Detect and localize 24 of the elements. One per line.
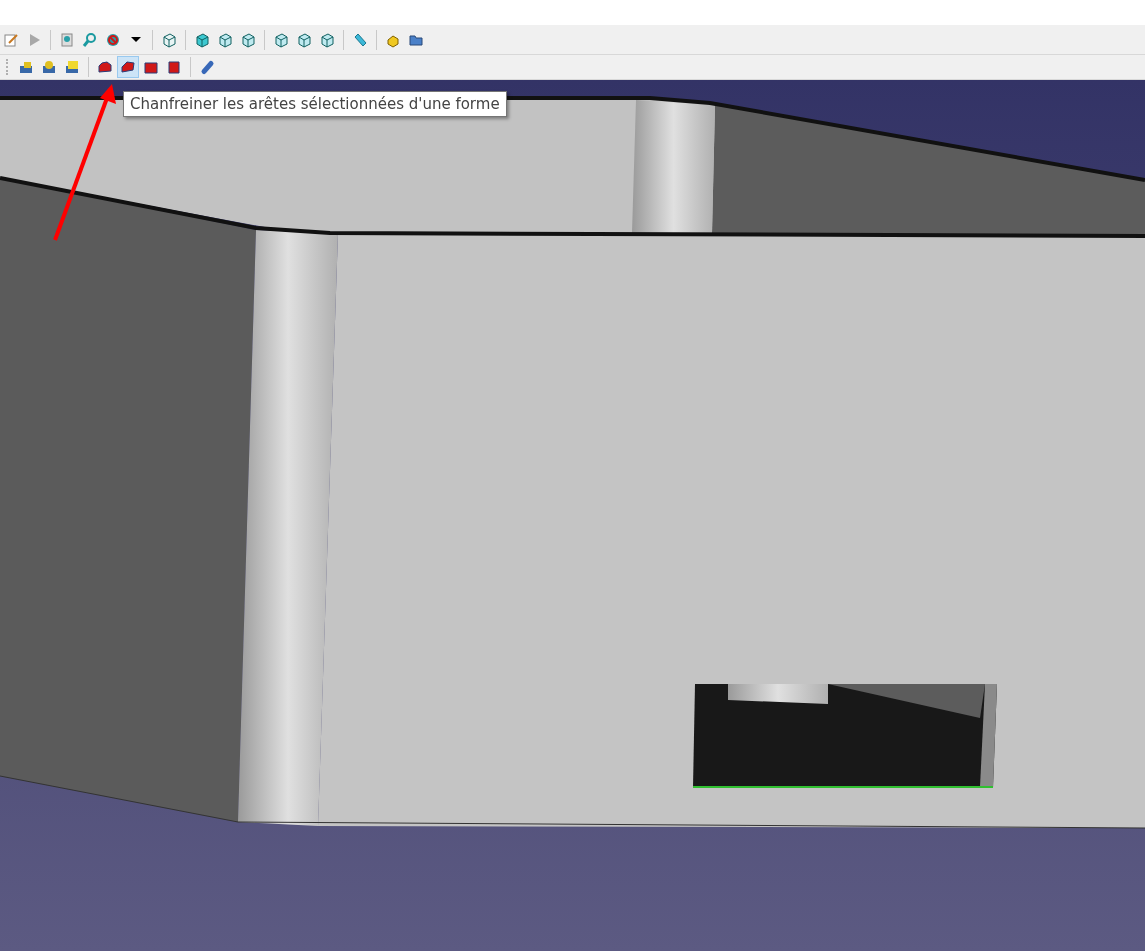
cylinder-icon (199, 59, 215, 75)
blocks-icon (64, 59, 80, 75)
cube-icon (161, 31, 177, 48)
pencil-icon (3, 31, 19, 48)
3d-viewport[interactable] (0, 80, 1145, 951)
zoom-icon (82, 31, 98, 48)
cube-icon (194, 31, 210, 48)
box-icon (143, 59, 159, 75)
ruler-icon (352, 31, 368, 48)
blocks-icon (18, 59, 34, 75)
cube-icon (273, 31, 289, 48)
fillet-icon (97, 59, 113, 75)
cube-icon (296, 31, 312, 48)
cube-icon (319, 31, 335, 48)
tooltip: Chanfreiner les arêtes sélectionnées d'une forme (123, 91, 507, 117)
blocks-icon (41, 59, 57, 75)
cube-icon (217, 31, 233, 48)
toolbar-button[interactable] (117, 56, 139, 78)
box-icon (166, 59, 182, 75)
caret-icon (131, 37, 141, 42)
chamfer-icon (120, 59, 136, 75)
no-entry-icon (105, 31, 121, 48)
cube-icon (240, 31, 256, 48)
fit-all-icon (59, 31, 75, 48)
